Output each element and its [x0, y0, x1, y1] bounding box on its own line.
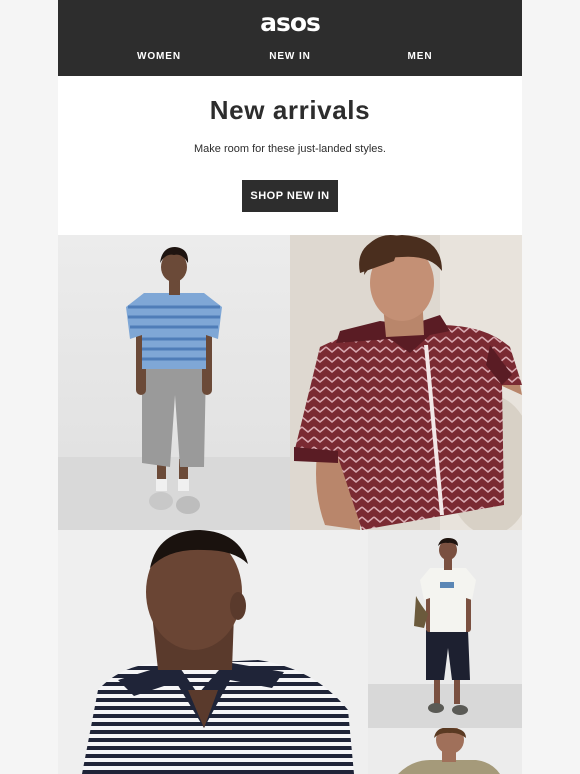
nav-men-link[interactable]: MEN: [360, 51, 480, 62]
product-image-2[interactable]: [290, 235, 522, 530]
shop-new-in-button[interactable]: SHOP NEW IN: [242, 180, 338, 212]
model-white-tee-black-jorts-photo: [368, 530, 522, 728]
email-container: asos WOMEN NEW IN MEN New arrivals Make …: [58, 0, 522, 774]
nav-women-link[interactable]: WOMEN: [99, 51, 219, 62]
model-burgundy-knit-polo-photo: [290, 235, 522, 530]
product-image-5[interactable]: [368, 728, 522, 774]
nav-new-in-link[interactable]: NEW IN: [230, 51, 350, 62]
hero-subtitle: Make room for these just-landed styles.: [194, 143, 386, 155]
model-blue-striped-tee-photo: [58, 235, 290, 530]
header-bar: asos WOMEN NEW IN MEN: [58, 0, 522, 76]
product-image-4[interactable]: [368, 530, 522, 728]
hero-title: New arrivals: [209, 95, 371, 125]
product-image-1[interactable]: [58, 235, 290, 530]
model-olive-top-photo: [368, 728, 522, 774]
model-navy-striped-polo-photo: [58, 530, 368, 774]
asos-logo[interactable]: asos: [58, 8, 522, 37]
product-image-3[interactable]: [58, 530, 368, 774]
main-nav: WOMEN NEW IN MEN: [58, 51, 522, 65]
